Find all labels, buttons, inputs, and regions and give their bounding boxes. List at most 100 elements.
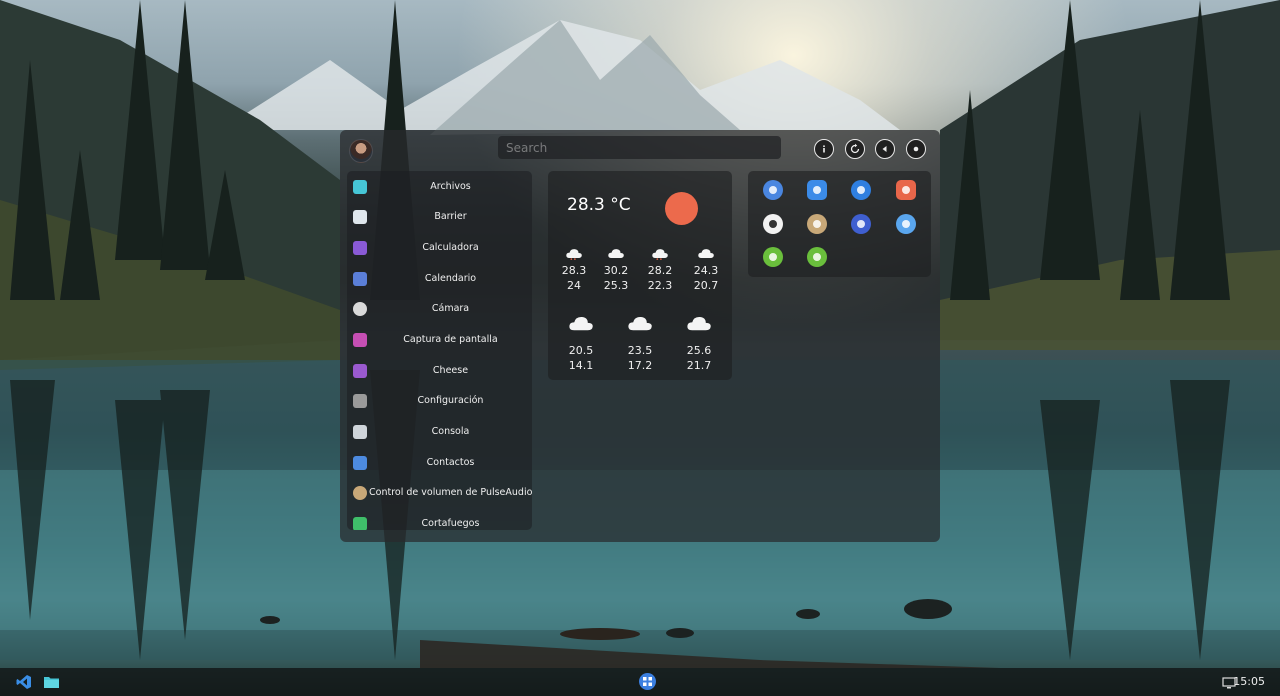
forecast-low: 22.3	[647, 279, 673, 292]
forecast-low: 17.2	[627, 359, 653, 372]
app-item-7[interactable]: Configuración	[347, 386, 532, 414]
fav-audio[interactable]	[807, 214, 827, 234]
forecast-day: 30.2 25.3	[596, 247, 636, 293]
fav-paint[interactable]	[763, 214, 783, 234]
firewall-icon	[353, 517, 367, 530]
forecast-day: 28.3 24	[554, 247, 594, 293]
forecast-high: 20.5	[568, 344, 594, 357]
forecast-low: 21.7	[686, 359, 712, 372]
user-avatar[interactable]	[349, 139, 373, 163]
contacts-icon	[353, 456, 367, 470]
hammer-icon	[857, 186, 865, 194]
back-icon	[882, 146, 887, 152]
app-label: Calculadora	[422, 242, 479, 253]
volume-icon	[353, 486, 367, 500]
folder-icon	[44, 677, 59, 688]
logout-button[interactable]	[875, 139, 895, 159]
restart-icon	[850, 143, 860, 154]
vscode-icon	[16, 675, 31, 689]
app-label: Cámara	[431, 303, 470, 314]
forecast-low: 24	[567, 279, 581, 292]
barrier-icon	[353, 210, 367, 224]
app-grid-icon	[643, 677, 652, 686]
fav-settings-2[interactable]	[807, 247, 827, 267]
vscode-taskbar-button[interactable]	[16, 674, 32, 690]
app-item-10[interactable]: Control de volumen de PulseAudio	[347, 478, 532, 506]
forecast-period: 20.5 14.1	[561, 314, 601, 373]
app-item-9[interactable]: Contactos	[347, 448, 532, 476]
screenshot-icon	[353, 333, 367, 347]
settings-icon	[353, 394, 367, 408]
rain-cloud-icon	[652, 249, 668, 260]
rain-cloud-icon	[566, 249, 582, 260]
app-label: Calendario	[424, 273, 477, 284]
fav-hammer[interactable]	[851, 180, 871, 200]
app-item-0[interactable]: Archivos	[347, 172, 532, 200]
forecast-high: 30.2	[603, 264, 629, 277]
clock[interactable]: 15:05	[1233, 675, 1265, 688]
info-icon	[823, 145, 825, 153]
favorites-grid	[748, 171, 931, 277]
app-label: Cortafuegos	[421, 518, 480, 529]
app-item-6[interactable]: Cheese	[347, 356, 532, 384]
app-item-8[interactable]: Consola	[347, 417, 532, 445]
forecast-high: 23.5	[627, 344, 653, 357]
cloud-icon	[687, 316, 711, 331]
brush-icon	[769, 220, 777, 228]
forecast-high: 24.3	[693, 264, 719, 277]
app-item-3[interactable]: Calendario	[347, 264, 532, 292]
weather-widget: 28.3 °C 28.3 24 30.2 25.3 28.2 22.3 24.3 20.7 2…	[548, 171, 732, 380]
cheese-icon	[353, 364, 367, 378]
forecast-high: 28.3	[561, 264, 587, 277]
files-taskbar-button[interactable]	[43, 674, 60, 690]
camera-icon	[353, 302, 367, 316]
app-item-4[interactable]: Cámara	[347, 294, 532, 322]
current-temperature: 28.3 °C	[567, 195, 631, 215]
cloud-icon	[608, 249, 624, 258]
power-button[interactable]	[906, 139, 926, 159]
app-item-2[interactable]: Calculadora	[347, 233, 532, 261]
search-input[interactable]	[498, 136, 781, 159]
forecast-high: 28.2	[647, 264, 673, 277]
gear-icon	[813, 253, 821, 261]
app-label: Archivos	[430, 181, 471, 192]
fav-settings-1[interactable]	[763, 247, 783, 267]
terminal-icon	[353, 425, 367, 439]
app-item-11[interactable]: Cortafuegos	[347, 509, 532, 530]
globe-icon	[857, 220, 865, 228]
info-button[interactable]	[814, 139, 834, 159]
app-launcher-button[interactable]	[639, 673, 656, 690]
cloud-icon	[698, 249, 714, 258]
forecast-day: 28.2 22.3	[640, 247, 680, 293]
app-item-1[interactable]: Barrier	[347, 202, 532, 230]
forecast-high: 25.6	[686, 344, 712, 357]
app-item-5[interactable]: Captura de pantalla	[347, 325, 532, 353]
taskbar: 15:05	[0, 668, 1280, 696]
cloud-icon	[569, 316, 593, 331]
fav-people[interactable]	[896, 180, 916, 200]
gear-icon	[769, 253, 777, 261]
app-list: Archivos Barrier Calculadora Calendario Cáma…	[347, 171, 532, 530]
fav-disk[interactable]	[896, 214, 916, 234]
forecast-low: 25.3	[603, 279, 629, 292]
speaker-icon	[813, 220, 821, 228]
disk-icon	[902, 220, 910, 228]
forecast-period: 23.5 17.2	[620, 314, 660, 373]
compass-icon	[769, 186, 777, 194]
app-label: Consola	[431, 426, 470, 437]
app-label: Cheese	[432, 365, 469, 376]
app-label: Configuración	[417, 395, 484, 406]
cloud-icon	[628, 316, 652, 331]
app-label: Control de volumen de PulseAudio	[369, 487, 532, 498]
fav-browser[interactable]	[851, 214, 871, 234]
fav-dev-tool[interactable]	[763, 180, 783, 200]
power-icon	[913, 146, 919, 152]
forecast-day: 24.3 20.7	[686, 247, 726, 293]
app-label: Barrier	[434, 211, 467, 222]
calculator-icon	[353, 241, 367, 255]
fav-app-grid[interactable]	[807, 180, 827, 200]
forecast-low: 20.7	[693, 279, 719, 292]
sun-icon	[665, 192, 698, 225]
folder-icon	[353, 180, 367, 194]
restart-button[interactable]	[845, 139, 865, 159]
